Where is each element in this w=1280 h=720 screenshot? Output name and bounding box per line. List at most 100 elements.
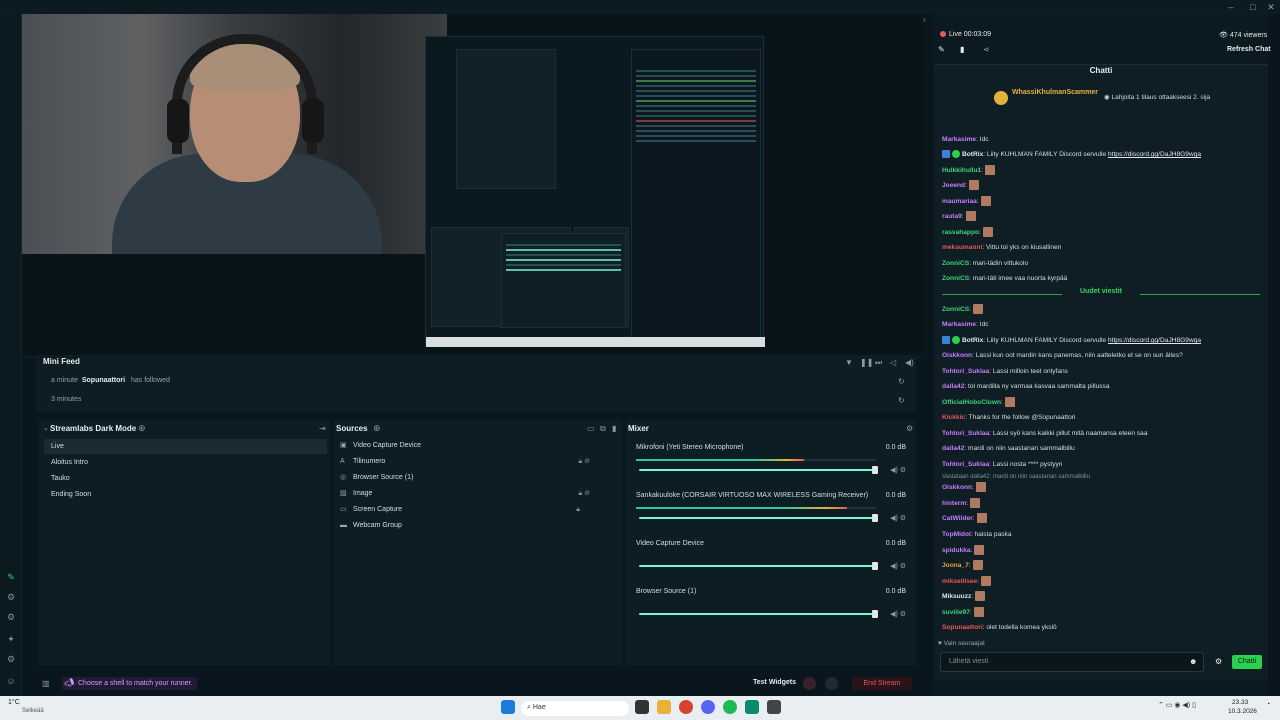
close-icon[interactable]: ✕ [1264, 1, 1278, 13]
edit-icon[interactable]: ✎ [938, 45, 945, 54]
mute-icon[interactable]: ◀) ⚙ [890, 610, 906, 618]
gear-icon[interactable]: ⚙ [5, 653, 17, 665]
layout-icon[interactable]: ⚙ [5, 591, 17, 603]
slider-knob[interactable] [872, 610, 878, 618]
mute-icon[interactable]: ◀) ⚙ [890, 466, 906, 474]
chat-username[interactable]: ZonniCS [942, 275, 969, 282]
slider-knob[interactable] [872, 466, 878, 474]
chat-username[interactable]: Sopunaattori [942, 624, 983, 631]
minimize-icon[interactable]: – [1224, 1, 1238, 13]
spotify-icon[interactable] [723, 700, 737, 714]
chat-username[interactable]: Markasime [942, 136, 976, 143]
feed-user[interactable]: Sopunaattori [82, 377, 125, 384]
file-explorer-icon[interactable] [657, 700, 671, 714]
chat-username[interactable]: Miksuuzz [942, 593, 971, 600]
mute-icon[interactable]: ◀) ⚙ [890, 562, 906, 570]
refresh-icon[interactable]: ↻ [898, 377, 905, 386]
source-item[interactable]: ▭ Screen Capture 🔒︎ [340, 502, 620, 518]
replay-icon[interactable] [825, 677, 838, 690]
chat-username[interactable]: Joona_7 [942, 562, 969, 569]
test-widgets-button[interactable]: Test Widgets [753, 679, 796, 686]
chat-username[interactable]: BotRix [962, 337, 983, 344]
refresh-chat-button[interactable]: Refresh Chat [1227, 46, 1271, 53]
chat-username[interactable]: spidukka [942, 547, 971, 554]
filter-icon[interactable]: ▼ [845, 358, 853, 367]
mixer-settings-icon[interactable]: ⚙ [906, 424, 913, 433]
chat-username[interactable]: Joeend [942, 182, 965, 189]
scenes-title[interactable]: Streamlabs Dark Mode [50, 424, 136, 433]
magic-icon[interactable]: ✦ [5, 633, 17, 645]
pinned-user[interactable]: WhassiKhulmanScammer [1012, 89, 1098, 96]
chat-username[interactable]: hinterm [942, 500, 966, 507]
pause-icon[interactable]: ❚❚ [860, 358, 873, 367]
skip-icon[interactable]: ⏭ [875, 358, 882, 368]
chat-username[interactable]: rasvahappo [942, 229, 979, 236]
lock-icon[interactable]: 🔒︎ [576, 502, 580, 518]
maximize-icon[interactable]: □ [1246, 1, 1260, 13]
chat-username[interactable]: Hulkkihullu1 [942, 167, 981, 174]
add-source-icon[interactable]: ⊕ [373, 423, 381, 434]
chat-username[interactable]: Markasime [942, 321, 976, 328]
source-item[interactable]: A Tilinumero 🔒︎ ⊘ [340, 454, 620, 470]
slider-knob[interactable] [872, 514, 878, 522]
chat-username[interactable]: ZonniCS [942, 260, 969, 267]
chat-username[interactable]: BotRix [962, 151, 983, 158]
performance-icon[interactable]: ▥ [42, 679, 50, 688]
user-icon[interactable]: ☺ [5, 675, 17, 687]
notification-icon[interactable]: ◔ [1266, 701, 1270, 708]
chat-username[interactable]: CatWilder [942, 515, 973, 522]
scene-item[interactable]: Tauko [44, 471, 327, 486]
tip-banner[interactable]: Choose a shell to match your runner. [62, 677, 198, 690]
lock-icon[interactable]: 🔒︎ ⊘ [578, 454, 590, 470]
refresh-icon[interactable]: ↻ [898, 396, 905, 405]
chat-username[interactable]: OfficialHoboClown [942, 399, 1001, 406]
slider-knob[interactable] [872, 562, 878, 570]
source-item[interactable]: ▣ Video Capture Device [340, 438, 620, 454]
tray-icons[interactable]: ⌃ ▭ ◉ ◀) ▯ [1158, 701, 1196, 709]
add-folder-icon[interactable]: ⧉ [600, 424, 606, 434]
settings-icon[interactable]: ⚙ [5, 611, 17, 623]
record-icon[interactable] [803, 677, 816, 690]
volume-slider[interactable] [639, 562, 878, 570]
chat-username[interactable]: ZonniCS [942, 306, 969, 313]
volume-slider[interactable] [639, 514, 878, 522]
scene-item[interactable]: Aloitus Intro [44, 455, 327, 470]
volume-icon[interactable]: ◀) [905, 358, 914, 367]
chat-username[interactable]: maumariaa [942, 198, 977, 205]
chat-link[interactable]: https://discord.gg/DaJH8G9wga [1108, 151, 1201, 158]
collapse-chat-icon[interactable]: › [923, 15, 926, 24]
volume-slider[interactable] [639, 466, 878, 474]
volume-slider[interactable] [639, 610, 878, 618]
chat-username[interactable]: Tohtori_Suklaa [942, 461, 989, 468]
emote-picker-icon[interactable]: ☻ [1189, 657, 1197, 666]
folder-icon[interactable]: ▭ [587, 424, 595, 433]
mute-icon[interactable]: ◀) ⚙ [890, 514, 906, 522]
chat-username[interactable]: TopMidol [942, 531, 971, 538]
chat-username[interactable]: Kickkic [942, 414, 965, 421]
source-item[interactable]: ◎ Browser Source (1) [340, 470, 620, 486]
weather-widget[interactable]: 1°C [8, 699, 20, 706]
new-messages-divider[interactable]: Uudet viestit [942, 288, 1260, 300]
discord-icon[interactable] [701, 700, 715, 714]
chat-input[interactable]: Lähetä viesti [940, 652, 1204, 672]
chat-username[interactable]: suviile97 [942, 609, 970, 616]
collapse-icon[interactable]: ⌄ [43, 424, 49, 432]
chat-settings-icon[interactable]: ⚙ [1215, 657, 1222, 666]
add-scene-icon[interactable]: ⊕ [138, 423, 146, 434]
studio-mode-icon[interactable]: ✎ [5, 571, 17, 583]
share-icon[interactable]: ⋖ [983, 45, 990, 54]
source-settings-icon[interactable]: ▮ [612, 424, 616, 433]
scene-item-live[interactable]: Live [44, 439, 327, 454]
chat-send-button[interactable]: Chatti [1232, 655, 1262, 669]
chat-username[interactable]: Tohtori_Suklaa [942, 430, 989, 437]
mute-icon[interactable]: ◁ [890, 358, 896, 367]
end-stream-button[interactable]: End Stream [852, 677, 912, 690]
chat-username[interactable]: Oiskkonn [942, 484, 972, 491]
source-item[interactable]: ▬ Webcam Group [340, 518, 620, 534]
chat-username[interactable]: rauta9 [942, 213, 962, 220]
chat-username[interactable]: Tohtori_Suklaa [942, 368, 989, 375]
app-icon[interactable] [767, 700, 781, 714]
popout-icon[interactable]: ▮ [960, 45, 964, 54]
source-item[interactable]: ▨ Image 🔒︎ ⊘ [340, 486, 620, 502]
chat-username[interactable]: dalla42 [942, 445, 964, 452]
